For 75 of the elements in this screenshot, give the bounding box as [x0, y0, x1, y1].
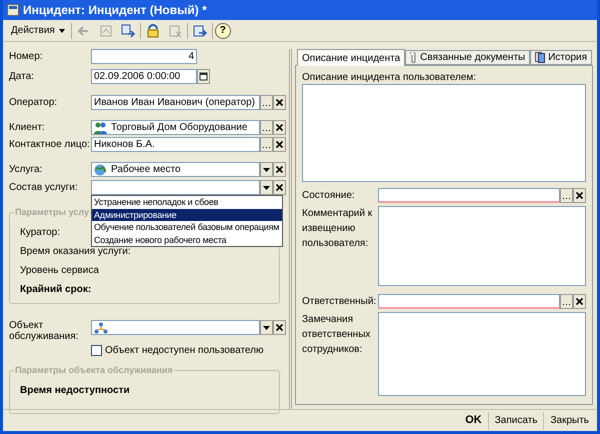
window-icon: [7, 4, 19, 16]
tab[interactable]: Описание инцидента: [297, 49, 406, 66]
clear-button[interactable]: [273, 95, 286, 110]
input-field[interactable]: Никонов Б.А.: [91, 137, 260, 152]
field-label: Описание инцидента пользователем:: [302, 71, 478, 82]
dropdown-option[interactable]: Обучение пользователей базовым операциям: [92, 221, 282, 234]
field-label: Услуга:: [9, 163, 44, 177]
footer-button[interactable]: OK: [459, 412, 488, 430]
field-label: Состояние:: [302, 189, 356, 203]
group-label: Время оказания услуги:: [20, 245, 131, 259]
dropdown-option[interactable]: Устранение неполадок и сбоев: [92, 196, 282, 208]
window-title: Инцидент: Инцидент (Новый) *: [23, 2, 207, 19]
caret-icon: [262, 323, 271, 332]
tab[interactable]: Связанные документы: [405, 50, 530, 65]
group-label: Крайний срок:: [20, 283, 92, 297]
actions-menu[interactable]: Действия: [7, 22, 69, 40]
field-label: Дата:: [9, 70, 35, 84]
text-area[interactable]: [302, 84, 586, 182]
input-field[interactable]: [91, 180, 260, 195]
clear-button[interactable]: [573, 188, 586, 203]
paperclip-icon: [410, 52, 418, 64]
field-label: Клиент:: [9, 121, 46, 135]
input-field[interactable]: Торговый Дом Оборудование: [91, 120, 260, 135]
checkbox-label: Объект недоступен пользователю: [105, 344, 264, 358]
field-label: Состав услуги:: [9, 181, 79, 195]
field-label: Замечания ответственных сотрудников:: [302, 313, 372, 357]
field-label: Оператор:: [9, 96, 58, 110]
field-label: Контактное лицо:: [9, 138, 91, 152]
clear-button[interactable]: [573, 294, 586, 309]
clear-button[interactable]: [273, 320, 286, 335]
calendar-icon: [199, 72, 208, 81]
dropdown-option[interactable]: Администрирование: [92, 208, 282, 221]
input-field[interactable]: [378, 188, 560, 203]
footer-button[interactable]: Записать: [488, 412, 544, 430]
group-label: Куратор:: [20, 226, 60, 240]
close-icon: [275, 165, 284, 174]
input-field[interactable]: Иванов Иван Иванович (оператор): [91, 95, 260, 110]
close-icon: [575, 297, 584, 306]
input-field[interactable]: Рабочее место: [91, 162, 260, 177]
checkbox[interactable]: [91, 345, 102, 356]
help-button[interactable]: ?: [214, 22, 231, 38]
book-icon: [535, 52, 546, 63]
people-icon: [94, 122, 107, 134]
tab[interactable]: История: [530, 50, 592, 65]
field-label: Комментарий к извещению пользователя:: [302, 207, 374, 251]
close-icon: [275, 123, 284, 132]
close-icon: [275, 140, 284, 149]
network-icon: [94, 322, 108, 334]
clear-button[interactable]: [273, 162, 286, 177]
close-icon: [275, 323, 284, 332]
group-title: Параметры объекта обслуживания: [14, 364, 174, 378]
dropdown-button[interactable]: [260, 162, 273, 177]
clear-button[interactable]: [273, 137, 286, 152]
input-field[interactable]: 4: [91, 49, 197, 64]
close-icon: [275, 183, 284, 192]
caret-icon: [58, 28, 65, 32]
dropdown-option[interactable]: Создание нового рабочего места: [92, 234, 282, 246]
field-label: Ответственный:: [302, 295, 378, 309]
close-icon: [275, 98, 284, 107]
group-label: Время недоступности: [20, 384, 130, 398]
input-field[interactable]: [91, 320, 260, 335]
dropdown-button[interactable]: [260, 180, 273, 195]
calendar-button[interactable]: [197, 69, 210, 84]
footer-button[interactable]: Закрыть: [543, 412, 595, 430]
group-label: Уровень сервиса: [20, 264, 99, 278]
close-icon: [575, 191, 584, 200]
globe-icon: [94, 164, 107, 176]
input-field[interactable]: 02.09.2006 0:00:00: [91, 69, 197, 84]
dropdown-button[interactable]: [260, 320, 273, 335]
group-title: Параметры услу: [14, 206, 90, 220]
field-label: Объект обслуживания:: [9, 320, 80, 342]
clear-button[interactable]: [273, 180, 286, 195]
input-field[interactable]: [378, 294, 560, 309]
field-label: Номер:: [9, 50, 44, 64]
clear-button[interactable]: [273, 120, 286, 135]
